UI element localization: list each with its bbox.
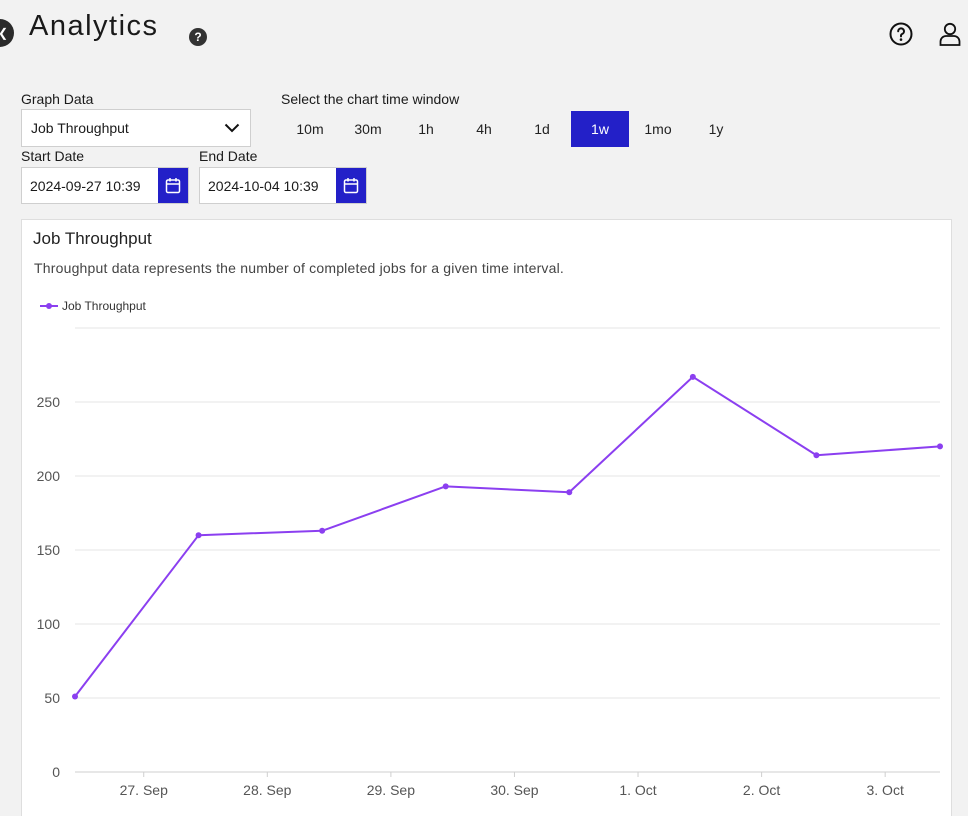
- time-window-30m-button[interactable]: 30m: [339, 111, 397, 147]
- end-date-picker-button[interactable]: [336, 168, 366, 203]
- data-point: [195, 532, 202, 539]
- x-tick-label: 27. Sep: [120, 782, 168, 798]
- end-date-field[interactable]: 2024-10-04 10:39: [199, 167, 367, 204]
- help-circle-icon[interactable]: [889, 22, 913, 46]
- data-point: [442, 483, 449, 490]
- legend-marker-icon: [40, 303, 58, 309]
- user-icon[interactable]: [937, 21, 963, 47]
- sidebar-collapse-button[interactable]: ❮: [0, 19, 14, 47]
- y-tick-label: 50: [44, 690, 60, 706]
- calendar-icon: [165, 178, 181, 194]
- x-tick-label: 28. Sep: [243, 782, 291, 798]
- time-window-4h-button[interactable]: 4h: [455, 111, 513, 147]
- data-point: [689, 373, 696, 380]
- y-tick-label: 250: [37, 394, 61, 410]
- x-tick-label: 2. Oct: [743, 782, 780, 798]
- time-window-1mo-button[interactable]: 1mo: [629, 111, 687, 147]
- data-point: [566, 489, 573, 496]
- chevron-left-icon: ❮: [0, 26, 8, 40]
- time-window-1h-button[interactable]: 1h: [397, 111, 455, 147]
- page-title: Analytics: [29, 10, 159, 42]
- start-date-field[interactable]: 2024-09-27 10:39: [21, 167, 189, 204]
- data-point: [72, 693, 78, 700]
- time-window-1y-button[interactable]: 1y: [687, 111, 745, 147]
- y-tick-label: 100: [37, 616, 61, 632]
- x-tick-label: 3. Oct: [866, 782, 903, 798]
- chart-description: Throughput data represents the number of…: [34, 260, 565, 276]
- chart-title: Job Throughput: [33, 229, 152, 248]
- end-date-label: End Date: [199, 148, 258, 164]
- y-tick-label: 0: [52, 764, 60, 780]
- x-tick-label: 29. Sep: [367, 782, 415, 798]
- data-point: [813, 452, 820, 459]
- line-chart: 0 50 100 150 200 250 27. Sep 28. Sep 29. Sep 30. …: [37, 327, 943, 798]
- graph-data-value: Job Throughput: [31, 120, 129, 136]
- calendar-icon: [343, 178, 359, 194]
- start-date-label: Start Date: [21, 148, 85, 164]
- graph-data-label: Graph Data: [21, 91, 94, 107]
- time-window-1d-button[interactable]: 1d: [513, 111, 571, 147]
- graph-data-select[interactable]: Job Throughput: [21, 109, 251, 147]
- chart-card: 0 50 100 150 200 250 27. Sep 28. Sep 29. Sep 30. …: [21, 219, 952, 816]
- data-point: [319, 527, 326, 534]
- series-line: [74, 375, 941, 698]
- x-tick-label: 1. Oct: [619, 782, 656, 798]
- time-window-group: 10m 30m 1h 4h 1d 1w 1mo 1y: [281, 111, 745, 147]
- chart-legend[interactable]: Job Throughput: [40, 299, 146, 313]
- start-date-picker-button[interactable]: [158, 168, 188, 203]
- x-tick-label: 30. Sep: [490, 782, 538, 798]
- help-icon[interactable]: ?: [189, 28, 207, 46]
- y-tick-label: 150: [37, 542, 61, 558]
- end-date-value: 2024-10-04 10:39: [208, 177, 319, 194]
- time-window-label: Select the chart time window: [281, 91, 460, 107]
- time-window-1w-button[interactable]: 1w: [571, 111, 629, 147]
- time-window-10m-button[interactable]: 10m: [281, 111, 339, 147]
- y-tick-label: 200: [37, 468, 61, 484]
- legend-label: Job Throughput: [62, 299, 146, 313]
- chevron-down-icon: [224, 123, 240, 133]
- start-date-value: 2024-09-27 10:39: [30, 177, 141, 194]
- analytics-page: ❮ Analytics ? Graph Data Job Throughput …: [0, 0, 968, 816]
- data-point: [937, 443, 943, 450]
